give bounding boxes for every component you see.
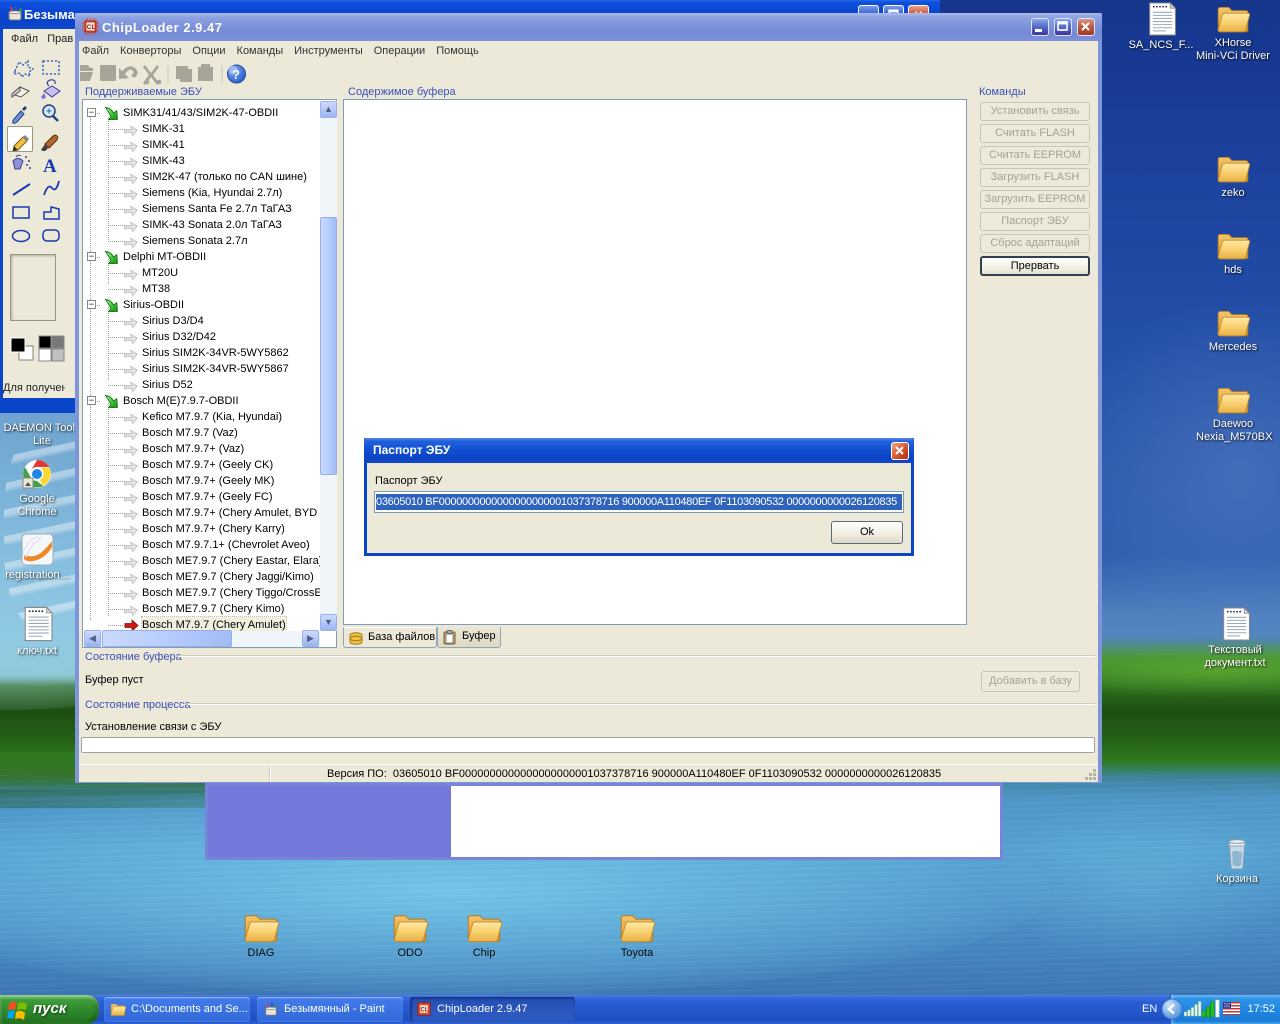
svg-text:A: A (43, 156, 57, 177)
svg-text:CL: CL (87, 24, 96, 31)
svg-text:CL: CL (420, 1007, 428, 1014)
svg-text:?: ? (232, 67, 240, 82)
